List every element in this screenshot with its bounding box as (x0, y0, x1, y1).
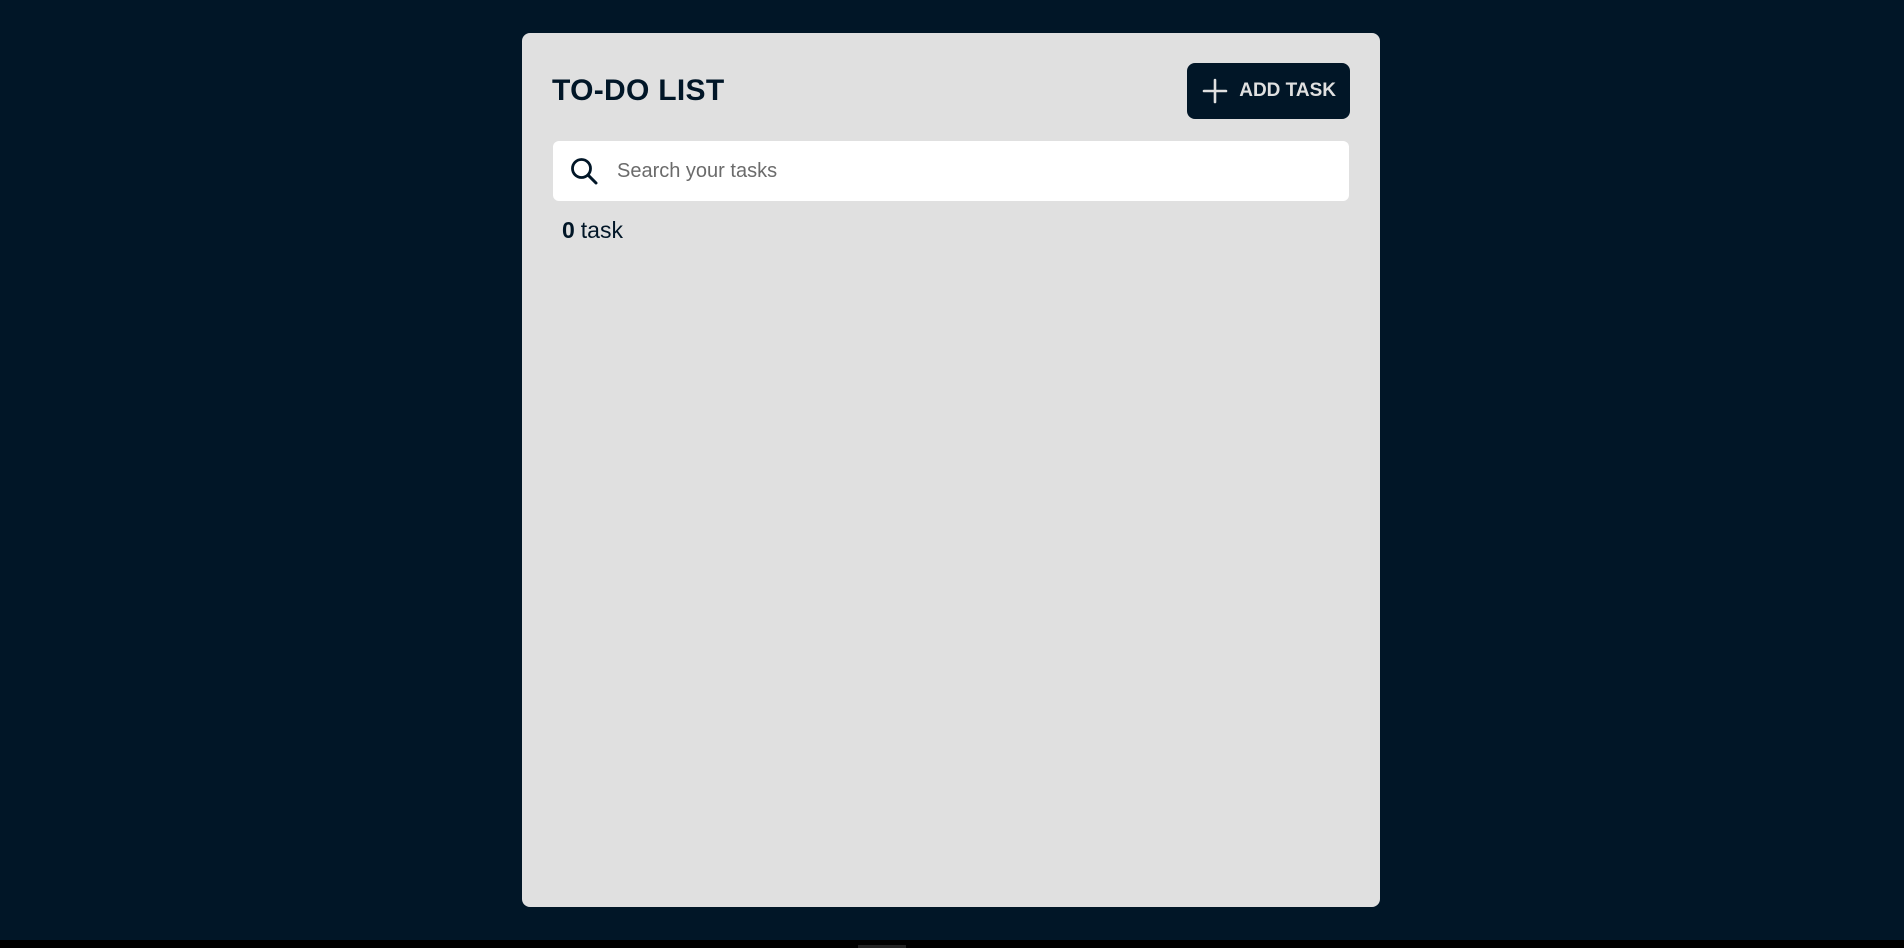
plus-icon (1201, 77, 1229, 105)
search-input[interactable] (615, 140, 1349, 202)
task-count-number: 0 (562, 217, 575, 243)
search-icon (569, 156, 599, 186)
add-task-button[interactable]: ADD TASK (1187, 63, 1350, 119)
page: TO-DO LIST ADD TASK 0ta (0, 0, 1904, 948)
search-bar (553, 140, 1349, 202)
task-count: 0 task (562, 217, 623, 244)
page-title: TO-DO LIST (552, 74, 725, 107)
bottom-bar (0, 940, 1904, 948)
add-task-label: ADD TASK (1239, 80, 1336, 101)
card-header: TO-DO LIST ADD TASK (552, 63, 1350, 119)
task-count-unit: task (580, 217, 623, 243)
todo-card: TO-DO LIST ADD TASK 0ta (522, 33, 1380, 907)
